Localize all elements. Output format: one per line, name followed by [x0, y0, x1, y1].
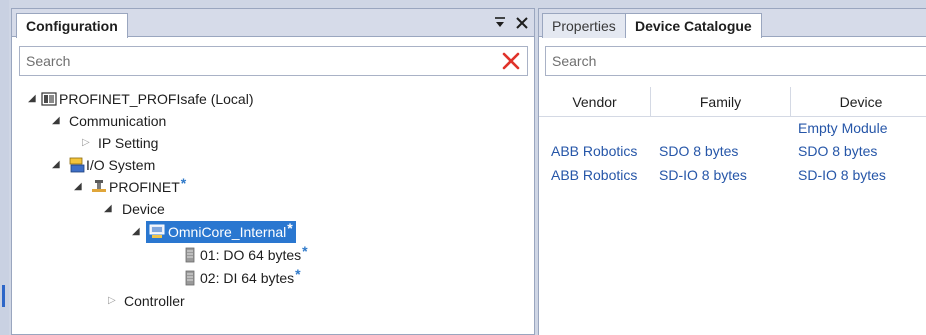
pin-pane-icon[interactable] — [494, 16, 506, 33]
dock-indicator[interactable] — [2, 285, 5, 307]
search-placeholder: Search — [26, 53, 71, 69]
tree-label-di-module: 02: DI 64 bytes* — [200, 266, 301, 286]
network-icon — [92, 180, 106, 192]
catalogue-tabbar: Properties Device Catalogue — [539, 9, 926, 38]
modified-marker: * — [302, 243, 308, 259]
cell-device: Empty Module — [798, 120, 888, 136]
expanded-arrow-icon[interactable]: ◢ — [52, 155, 60, 175]
expanded-arrow-icon[interactable]: ◢ — [104, 199, 112, 219]
modified-marker: * — [295, 266, 301, 282]
pane-tools — [494, 15, 528, 33]
cell-device: SD-IO 8 bytes — [798, 167, 886, 183]
application-window: Configuration Search ◢ PROFINET_PROFIsaf… — [0, 0, 926, 335]
configuration-tree: ◢ PROFINET_PROFIsafe (Local) ◢ Communica… — [12, 87, 534, 334]
cell-device: SDO 8 bytes — [798, 143, 878, 159]
left-dock-strip — [0, 0, 9, 335]
tree-label-profinet: PROFINET* — [109, 175, 187, 195]
column-header-device[interactable]: Device — [791, 87, 926, 117]
cell-family: SDO 8 bytes — [659, 143, 739, 159]
tree-label-communication: Communication — [69, 113, 167, 129]
modified-marker: * — [287, 220, 293, 236]
selected-node[interactable]: OmniCore_Internal* — [146, 220, 296, 243]
tree-label-root: PROFINET_PROFIsafe (Local) — [59, 91, 254, 107]
column-header-family[interactable]: Family — [651, 87, 791, 117]
expanded-arrow-icon[interactable]: ◢ — [74, 177, 82, 197]
expanded-arrow-icon[interactable]: ◢ — [52, 111, 60, 131]
module-icon — [185, 270, 195, 286]
tree-label-io-system: I/O System — [86, 157, 156, 173]
device-icon — [149, 224, 165, 238]
configuration-tabbar: Configuration — [12, 9, 534, 38]
cell-vendor: ABB Robotics — [551, 143, 638, 159]
tree-label-do-module: 01: DO 64 bytes* — [200, 243, 308, 263]
clear-search-icon[interactable] — [501, 51, 521, 71]
module-icon — [185, 247, 195, 263]
expanded-arrow-icon[interactable]: ◢ — [28, 89, 36, 109]
device-catalogue-pane: Properties Device Catalogue Search Vendo… — [538, 8, 926, 335]
close-pane-icon[interactable] — [516, 16, 528, 32]
collapsed-arrow-icon[interactable]: ▷ — [82, 133, 90, 153]
configuration-pane: Configuration Search ◢ PROFINET_PROFIsaf… — [11, 8, 535, 335]
cell-vendor: ABB Robotics — [551, 167, 638, 183]
tab-properties[interactable]: Properties — [542, 13, 626, 38]
controller-icon — [41, 92, 57, 106]
tab-configuration[interactable]: Configuration — [16, 13, 128, 38]
catalogue-search-input[interactable]: Search — [545, 46, 926, 76]
search-placeholder: Search — [552, 53, 597, 69]
catalogue-table-header: Vendor Family Device — [539, 87, 926, 117]
tree-label-device: Device — [122, 201, 165, 217]
column-header-vendor[interactable]: Vendor — [539, 87, 651, 117]
tab-device-catalogue[interactable]: Device Catalogue — [625, 13, 762, 38]
modified-marker: * — [180, 175, 187, 191]
expanded-arrow-icon[interactable]: ◢ — [132, 222, 140, 242]
cell-family: SD-IO 8 bytes — [659, 167, 747, 183]
collapsed-arrow-icon[interactable]: ▷ — [108, 291, 116, 311]
tree-label-ip-setting: IP Setting — [98, 135, 159, 151]
tree-label-controller: Controller — [124, 293, 185, 309]
configuration-search-input[interactable]: Search — [19, 46, 528, 76]
tree-label-omnicore: OmniCore_Internal — [168, 224, 287, 240]
io-system-icon — [69, 157, 85, 173]
